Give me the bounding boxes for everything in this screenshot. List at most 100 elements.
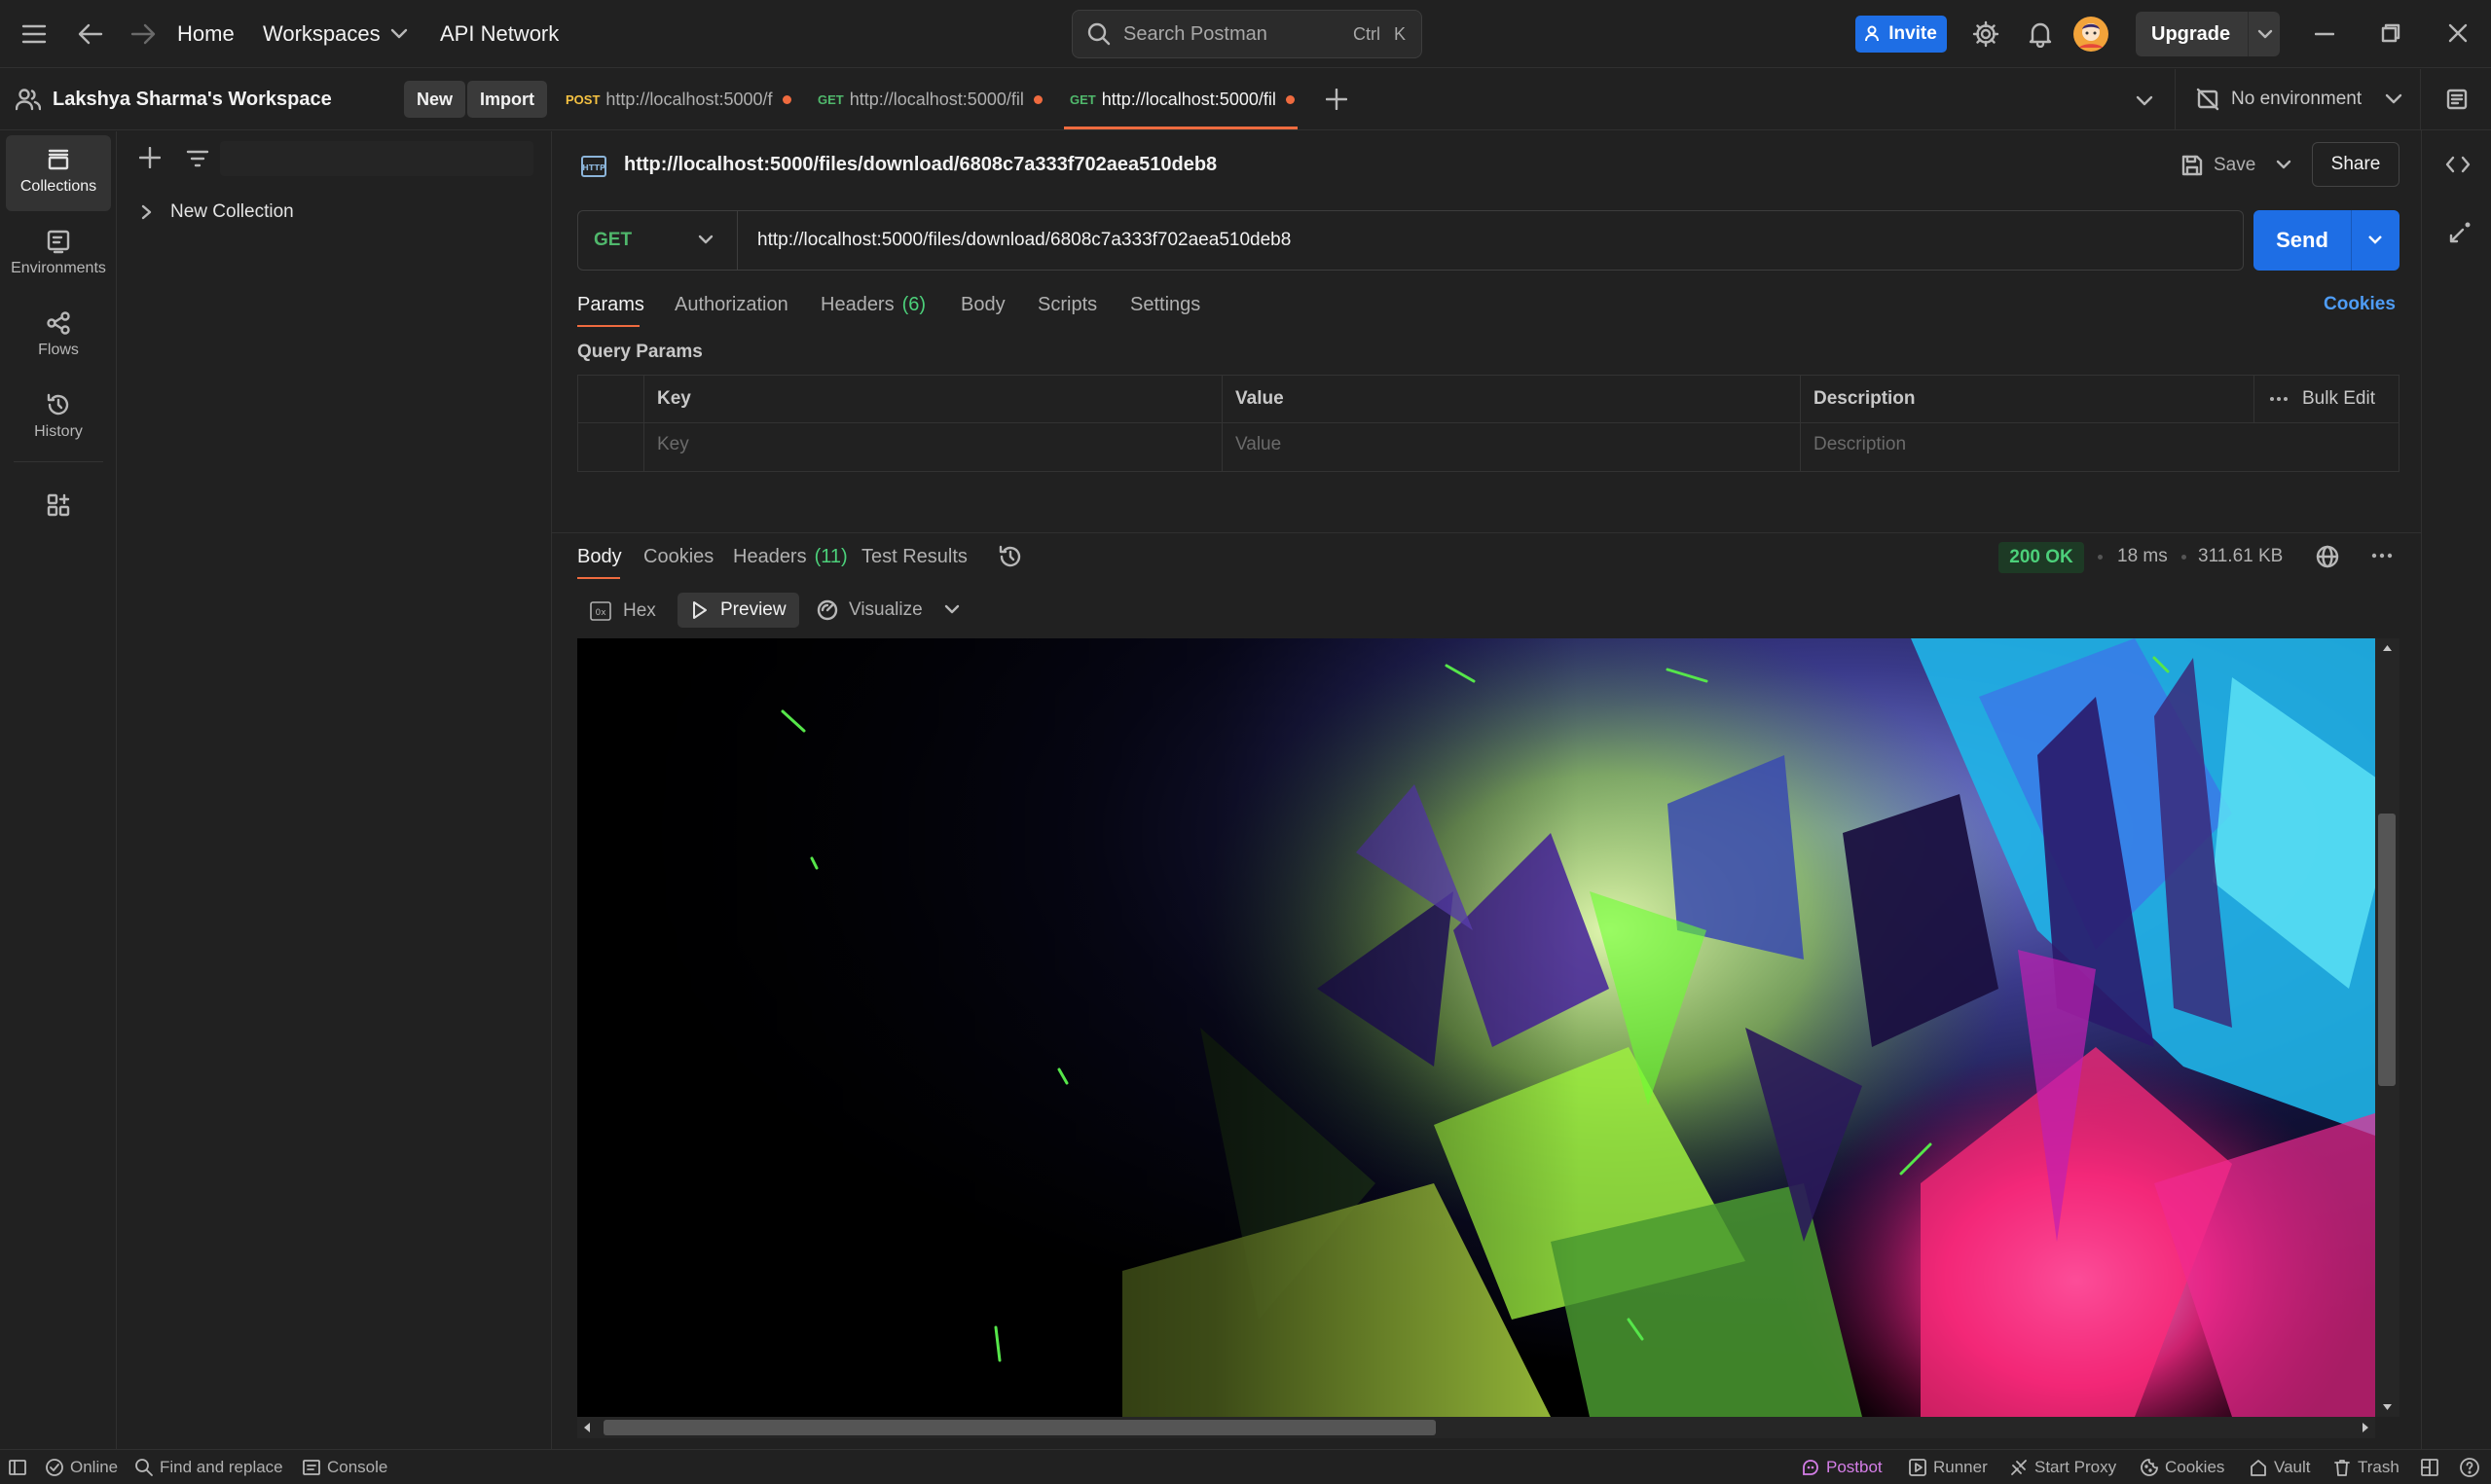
bulk-edit-button[interactable]: Bulk Edit — [2269, 385, 2375, 413]
restore-window-icon[interactable] — [2381, 23, 2400, 43]
scroll-right-arrow-icon[interactable] — [2358, 1417, 2373, 1438]
key-input[interactable]: Key — [657, 434, 689, 455]
horizontal-scroll-thumb[interactable] — [604, 1420, 1436, 1435]
settings-gear-icon[interactable] — [1972, 20, 1999, 48]
back-arrow-icon[interactable] — [78, 21, 103, 47]
column-description: Description — [1813, 388, 1916, 409]
workspace-overview-icon[interactable] — [2445, 88, 2469, 111]
tab-headers-label: Headers — [821, 294, 895, 315]
tab-headers[interactable]: Headers (6) — [821, 294, 926, 316]
nav-home[interactable]: Home — [177, 21, 235, 47]
console-button[interactable]: Console — [302, 1450, 387, 1484]
nav-workspaces-label: Workspaces — [263, 21, 381, 46]
request-tab-active[interactable]: GET http://localhost:5000/fil — [1070, 69, 1295, 129]
postbot-button[interactable]: Postbot — [1801, 1450, 1883, 1484]
response-tab-headers[interactable]: Headers (11) — [733, 546, 848, 568]
method-select[interactable]: GET — [578, 211, 738, 270]
status-badge[interactable]: 200 OK — [1998, 542, 2084, 573]
response-time[interactable]: 18 ms — [2117, 546, 2168, 567]
response-more-icon[interactable] — [2371, 553, 2393, 559]
response-divider[interactable] — [552, 532, 2421, 533]
tab-authorization[interactable]: Authorization — [675, 294, 788, 316]
method-label: GET — [594, 230, 633, 250]
scroll-down-arrow-icon[interactable] — [2375, 1399, 2399, 1415]
title-bar: Home Workspaces API Network Search Postm… — [0, 0, 2491, 68]
scroll-up-arrow-icon[interactable] — [2375, 640, 2399, 656]
nav-environments[interactable]: Environments — [6, 217, 111, 293]
nav-workspaces[interactable]: Workspaces — [263, 21, 408, 47]
network-globe-icon[interactable] — [2315, 544, 2340, 569]
vault-button[interactable]: Vault — [2249, 1450, 2311, 1484]
response-history-icon[interactable] — [998, 544, 1023, 569]
tab-body[interactable]: Body — [961, 294, 1006, 316]
add-ons-grid-icon[interactable] — [46, 492, 71, 518]
send-button[interactable]: Send — [2253, 210, 2399, 271]
upgrade-button[interactable]: Upgrade — [2136, 12, 2280, 56]
avatar[interactable] — [2073, 17, 2108, 52]
shortcut-ctrl: Ctrl — [1352, 23, 1380, 44]
collection-item[interactable]: New Collection — [141, 196, 294, 229]
horizontal-scrollbar[interactable] — [577, 1417, 2375, 1438]
left-nav: Collections Environments Flows History — [0, 131, 117, 1449]
collections-search-input[interactable] — [220, 141, 533, 176]
minimize-icon[interactable] — [2315, 32, 2334, 36]
response-tab-body[interactable]: Body — [577, 546, 622, 568]
notifications-bell-icon[interactable] — [2028, 20, 2053, 48]
help-icon[interactable] — [2459, 1450, 2486, 1484]
request-tab[interactable]: POST http://localhost:5000/f — [566, 69, 791, 129]
view-preview-button[interactable]: Preview — [678, 593, 799, 628]
cookies-link[interactable]: Cookies — [2324, 294, 2396, 315]
tab-settings[interactable]: Settings — [1130, 294, 1200, 316]
vertical-scroll-thumb[interactable] — [2378, 814, 2396, 1086]
code-snippet-icon[interactable] — [2445, 153, 2471, 176]
start-proxy-button[interactable]: Start Proxy — [2009, 1450, 2116, 1484]
request-tab[interactable]: GET http://localhost:5000/fil — [818, 69, 1043, 129]
view-hex-button[interactable]: 0x Hex — [590, 597, 656, 625]
save-button[interactable]: Save — [2180, 149, 2255, 182]
tabs-overflow-chevron-icon[interactable] — [2136, 95, 2153, 107]
menu-icon[interactable] — [21, 23, 47, 45]
forward-arrow-icon[interactable] — [130, 21, 156, 47]
nav-flows[interactable]: Flows — [6, 299, 111, 375]
trash-button[interactable]: Trash — [2332, 1450, 2399, 1484]
workspace-name[interactable]: Lakshya Sharma's Workspace — [53, 89, 332, 111]
find-replace-button[interactable]: Find and replace — [134, 1450, 283, 1484]
url-input[interactable]: http://localhost:5000/files/download/680… — [757, 230, 1291, 251]
nav-collections[interactable]: Collections — [6, 135, 111, 211]
description-input[interactable]: Description — [1813, 434, 1906, 455]
add-tab-plus-icon[interactable] — [1326, 89, 1347, 110]
nav-api-network[interactable]: API Network — [440, 21, 559, 47]
environment-selector[interactable]: No environment — [2196, 69, 2402, 129]
tab-label: http://localhost:5000/fil — [849, 89, 1024, 109]
tab-params[interactable]: Params — [577, 294, 644, 316]
layout-toggle-icon[interactable] — [2420, 1450, 2445, 1484]
response-tab-cookies[interactable]: Cookies — [643, 546, 714, 568]
filter-icon[interactable] — [186, 149, 209, 168]
scroll-left-arrow-icon[interactable] — [579, 1417, 595, 1438]
vertical-scrollbar[interactable] — [2375, 638, 2399, 1417]
new-button[interactable]: New — [404, 81, 466, 118]
close-window-icon[interactable] — [2448, 23, 2468, 43]
nav-history[interactable]: History — [6, 380, 111, 456]
related-collections-icon[interactable] — [2447, 220, 2473, 245]
invite-button[interactable]: Invite — [1855, 16, 1947, 53]
runner-button[interactable]: Runner — [1908, 1450, 1988, 1484]
add-collection-plus-icon[interactable] — [139, 147, 161, 168]
headers-count: (6) — [901, 294, 927, 315]
tab-label: http://localhost:5000/fil — [1101, 89, 1276, 109]
share-button[interactable]: Share — [2312, 142, 2399, 187]
search-bar[interactable]: Search Postman Ctrl K — [1072, 10, 1422, 58]
import-button[interactable]: Import — [467, 81, 547, 118]
response-size[interactable]: 311.61 KB — [2198, 546, 2283, 567]
tab-scripts[interactable]: Scripts — [1038, 294, 1097, 316]
response-tab-test-results[interactable]: Test Results — [861, 546, 968, 568]
invite-label: Invite — [1888, 23, 1937, 44]
view-visualize-button[interactable]: Visualize — [816, 596, 960, 625]
value-input[interactable]: Value — [1235, 434, 1281, 455]
request-title[interactable]: http://localhost:5000/files/download/680… — [624, 154, 1217, 176]
toggle-sidebar-icon[interactable] — [8, 1450, 33, 1484]
cookies-button[interactable]: Cookies — [2140, 1450, 2224, 1484]
save-options-chevron-icon[interactable] — [2276, 160, 2291, 171]
chevron-down-icon — [698, 235, 714, 244]
online-status[interactable]: Online — [45, 1450, 118, 1484]
